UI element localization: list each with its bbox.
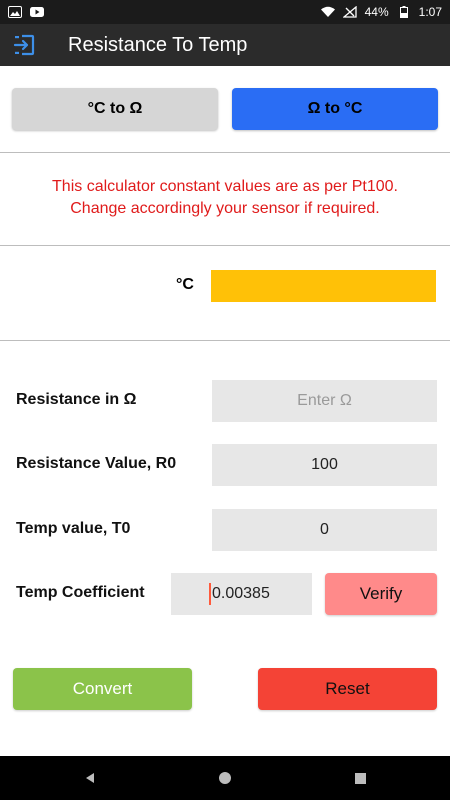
status-left-icons: [8, 6, 44, 18]
t0-label: Temp value, T0: [16, 520, 131, 537]
photo-notification-icon: [8, 6, 22, 18]
coefficient-value: 0.00385: [212, 585, 270, 602]
coefficient-input[interactable]: 0.00385: [171, 573, 312, 615]
home-nav-icon[interactable]: [215, 768, 235, 788]
divider: [0, 245, 450, 246]
status-right-icons: 44% 1:07: [320, 5, 442, 19]
pt100-notice: This calculator constant values are as p…: [0, 176, 450, 220]
convert-button[interactable]: Convert: [13, 668, 192, 710]
verify-button[interactable]: Verify: [325, 573, 437, 615]
app-bar: Resistance To Temp: [0, 24, 450, 66]
coefficient-label: Temp Coefficient: [16, 584, 145, 601]
exit-arrow-icon[interactable]: [0, 24, 48, 66]
system-nav-bar: [0, 756, 450, 800]
divider: [0, 152, 450, 153]
t0-input[interactable]: 0: [212, 509, 437, 551]
battery-icon: [397, 6, 411, 18]
reset-button[interactable]: Reset: [258, 668, 437, 710]
page-title: Resistance To Temp: [68, 33, 248, 56]
clock: 1:07: [418, 5, 442, 19]
action-buttons: Convert Reset: [13, 668, 437, 710]
notice-line-2: Change accordingly your sensor if requir…: [70, 200, 380, 217]
resistance-row: Resistance in Ω Enter Ω: [0, 380, 450, 422]
resistance-input[interactable]: Enter Ω: [212, 380, 437, 422]
recents-nav-icon[interactable]: [350, 768, 370, 788]
notice-line-1: This calculator constant values are as p…: [52, 178, 398, 195]
battery-percent: 44%: [364, 5, 389, 19]
r0-label: Resistance Value, R0: [16, 455, 177, 472]
r0-row: Resistance Value, R0 100: [0, 444, 450, 486]
status-bar: 44% 1:07: [0, 0, 450, 24]
r0-input[interactable]: 100: [212, 444, 437, 486]
no-sim-icon: [342, 6, 357, 18]
mode-selector: °C to Ω Ω to °C: [12, 88, 438, 130]
resistance-label: Resistance in Ω: [16, 391, 137, 408]
youtube-notification-icon: [30, 6, 44, 18]
t0-row: Temp value, T0 0: [0, 509, 450, 551]
result-unit-label: °C: [176, 276, 194, 293]
result-row: °C: [0, 270, 450, 302]
celsius-to-ohm-button[interactable]: °C to Ω: [12, 88, 218, 130]
ohm-to-celsius-button[interactable]: Ω to °C: [232, 88, 438, 130]
back-nav-icon[interactable]: [80, 768, 100, 788]
text-cursor: [209, 583, 211, 605]
wifi-icon: [320, 6, 335, 18]
coefficient-row: Temp Coefficient 0.00385 Verify: [0, 573, 450, 615]
result-output: [211, 270, 436, 302]
divider: [0, 340, 450, 341]
